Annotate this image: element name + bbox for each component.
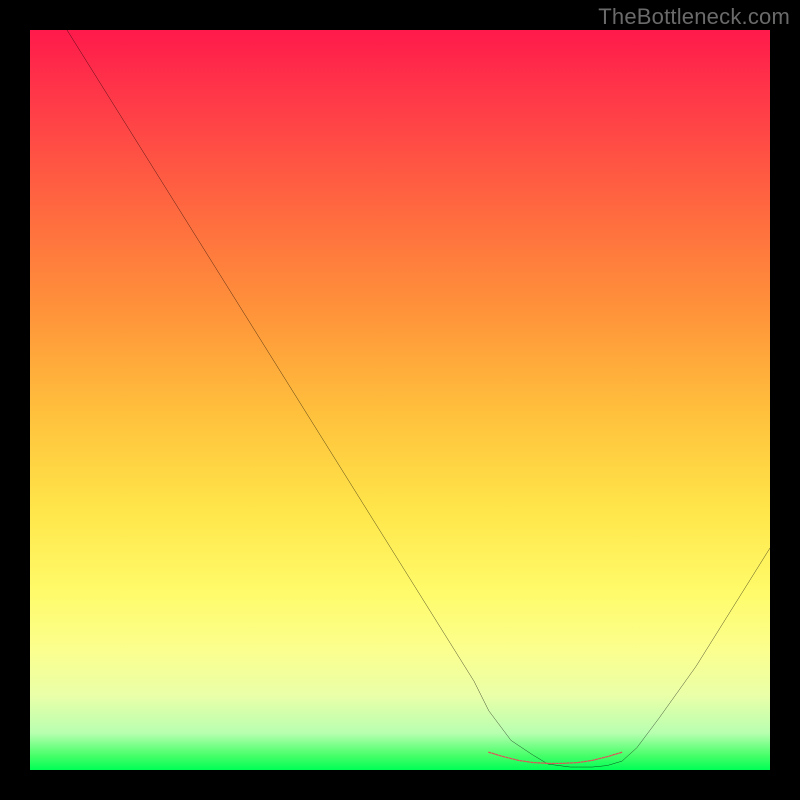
optimal-zone-marker xyxy=(489,752,622,763)
bottleneck-curve xyxy=(67,30,770,767)
chart-svg xyxy=(30,30,770,770)
watermark-text: TheBottleneck.com xyxy=(598,4,790,30)
plot-area xyxy=(30,30,770,770)
chart-frame: TheBottleneck.com xyxy=(0,0,800,800)
